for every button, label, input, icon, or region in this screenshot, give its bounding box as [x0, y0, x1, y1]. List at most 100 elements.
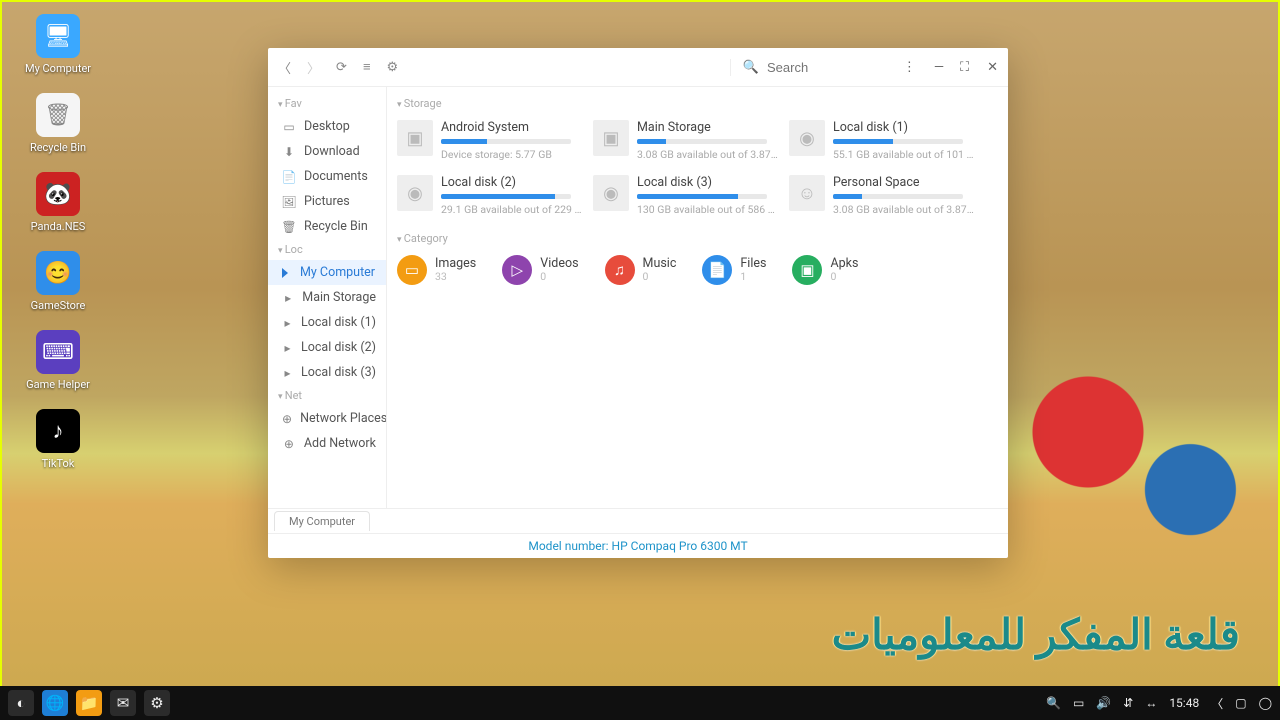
- tray-expand-icon[interactable]: ↔: [1145, 696, 1157, 710]
- drive-usage-bar: [441, 194, 571, 199]
- taskbar: ◐ 🌐 📁 ✉ ⚙ 🔍 ▭ 🔊 ⇵ ↔ 15:48 〈 ▢ ◯: [0, 686, 1280, 720]
- breadcrumb-tab[interactable]: My Computer: [274, 511, 370, 531]
- desktop-icon-recycle-bin[interactable]: 🗑 Recycle Bin: [18, 93, 98, 154]
- drive-icon: ◉: [397, 175, 433, 211]
- search-box[interactable]: 🔍: [730, 59, 893, 76]
- category-icon: ▷: [502, 255, 532, 285]
- drive-local-disk-1-[interactable]: ◉ Local disk (1) 55.1 GB available out o…: [789, 120, 975, 161]
- drive-icon: ▣: [397, 120, 433, 156]
- drive-icon: ▣: [593, 120, 629, 156]
- desktop-icon-game-helper[interactable]: ⌨ Game Helper: [18, 330, 98, 391]
- sidebar-item-label: Recycle Bin: [304, 219, 368, 234]
- category-count: 0: [830, 271, 858, 283]
- sidebar-fav-documents[interactable]: 📄Documents: [268, 164, 386, 189]
- tray-volume-icon[interactable]: 🔊: [1096, 696, 1111, 710]
- sidebar-section-loc[interactable]: Loc: [268, 239, 386, 260]
- category-apks[interactable]: ▣ Apks 0: [792, 255, 858, 285]
- app-icon: ♪: [36, 409, 80, 453]
- drive-usage-bar: [833, 139, 963, 144]
- item-icon: 🖼: [282, 195, 296, 209]
- category-images[interactable]: ▭ Images 33: [397, 255, 476, 285]
- section-category[interactable]: Category: [391, 226, 1004, 249]
- drive-local-disk-3-[interactable]: ◉ Local disk (3) 130 GB available out of…: [593, 175, 779, 216]
- category-count: 0: [540, 271, 578, 283]
- item-icon: ▸: [282, 366, 293, 380]
- drive-name: Local disk (2): [441, 175, 583, 190]
- category-icon: ▭: [397, 255, 427, 285]
- sidebar-loc-main-storage[interactable]: ▸ Main Storage: [268, 285, 386, 310]
- category-name: Videos: [540, 257, 578, 271]
- settings-button[interactable]: ⚙: [387, 60, 399, 75]
- taskbar-app-mail[interactable]: ✉: [110, 690, 136, 716]
- menu-button[interactable]: ≡: [363, 59, 371, 75]
- nav-back-button[interactable]: 〈: [1211, 695, 1223, 712]
- sidebar-fav-pictures[interactable]: 🖼Pictures: [268, 189, 386, 214]
- sidebar-fav-desktop[interactable]: ▭ Desktop: [268, 114, 386, 139]
- taskbar-app-settings[interactable]: ⚙: [144, 690, 170, 716]
- drive-name: Main Storage: [637, 120, 779, 135]
- item-icon: 🗑: [282, 220, 296, 234]
- desktop-icon-gamestore[interactable]: 😊 GameStore: [18, 251, 98, 312]
- drive-usage-bar: [833, 194, 963, 199]
- drive-name: Local disk (1): [833, 120, 975, 135]
- launcher-button[interactable]: ◐: [8, 690, 34, 716]
- desktop-icon-label: Panda.NES: [31, 220, 86, 233]
- sidebar-item-label: My Computer: [300, 265, 375, 280]
- search-icon: 🔍: [743, 60, 759, 75]
- item-icon: ⊕: [282, 412, 292, 426]
- maximize-button[interactable]: ⛶: [960, 60, 969, 75]
- drive-main-storage[interactable]: ▣ Main Storage 3.08 GB available out of …: [593, 120, 779, 161]
- category-videos[interactable]: ▷ Videos 0: [502, 255, 578, 285]
- sidebar: Fav ▭ Desktop ⬇Download📄Documents🖼Pictures…: [268, 87, 387, 508]
- desktop-icons: 🖥 My Computer 🗑 Recycle Bin 🐼 Panda.NES 😊 G…: [18, 14, 98, 470]
- drive-android-system[interactable]: ▣ Android System Device storage: 5.77 GB: [397, 120, 583, 161]
- breadcrumb-bar: My Computer: [268, 508, 1008, 533]
- more-button[interactable]: ⋮: [903, 60, 916, 75]
- minimize-button[interactable]: —: [934, 60, 942, 75]
- sidebar-section-net[interactable]: Net: [268, 385, 386, 406]
- nav-recents-button[interactable]: ◯: [1259, 696, 1272, 710]
- sidebar-net-add-network[interactable]: ⊕Add Network: [268, 431, 386, 456]
- tray-network-icon[interactable]: ⇵: [1123, 696, 1133, 710]
- desktop-icon-label: Game Helper: [26, 378, 90, 391]
- close-button[interactable]: ✕: [987, 60, 998, 75]
- drive-icon: ☺: [789, 175, 825, 211]
- content-pane: Storage ▣ Android System Device storage:…: [387, 87, 1008, 508]
- sidebar-net-network-places[interactable]: ⊕Network Places: [268, 406, 386, 431]
- taskbar-app-files[interactable]: 📁: [76, 690, 102, 716]
- item-icon: ▸: [282, 291, 294, 305]
- category-music[interactable]: ♫ Music 0: [605, 255, 677, 285]
- tray-clock[interactable]: 15:48: [1169, 696, 1199, 710]
- sidebar-fav-download[interactable]: ⬇Download: [268, 139, 386, 164]
- sidebar-loc-my-computer[interactable]: My Computer: [268, 260, 386, 285]
- back-button[interactable]: 〈: [278, 58, 291, 77]
- desktop-icon-my-computer[interactable]: 🖥 My Computer: [18, 14, 98, 75]
- desktop-icon-panda-nes[interactable]: 🐼 Panda.NES: [18, 172, 98, 233]
- sidebar-loc-local-disk-1-[interactable]: ▸ Local disk (1): [268, 310, 386, 335]
- search-input[interactable]: [765, 59, 869, 76]
- sidebar-item-label: Desktop: [304, 119, 350, 134]
- sidebar-item-label: Add Network: [304, 436, 376, 451]
- refresh-button[interactable]: ⟳: [336, 60, 347, 75]
- drive-local-disk-2-[interactable]: ◉ Local disk (2) 29.1 GB available out o…: [397, 175, 583, 216]
- sidebar-loc-local-disk-2-[interactable]: ▸Local disk (2): [268, 335, 386, 360]
- taskbar-app-browser[interactable]: 🌐: [42, 690, 68, 716]
- item-icon: ▭: [282, 120, 296, 134]
- drive-personal-space[interactable]: ☺ Personal Space 3.08 GB available out o…: [789, 175, 975, 216]
- sidebar-item-label: Local disk (1): [301, 315, 376, 330]
- nav-home-button[interactable]: ▢: [1235, 696, 1246, 710]
- section-storage[interactable]: Storage: [391, 91, 1004, 114]
- tray-search-icon[interactable]: 🔍: [1046, 696, 1061, 710]
- tray-battery-icon[interactable]: ▭: [1073, 696, 1084, 710]
- drive-usage-bar: [637, 139, 767, 144]
- category-count: 33: [435, 271, 476, 283]
- sidebar-item-label: Main Storage: [302, 290, 376, 305]
- desktop-icon-tiktok[interactable]: ♪ TikTok: [18, 409, 98, 470]
- model-number: Model number: HP Compaq Pro 6300 MT: [268, 533, 1008, 558]
- sidebar-loc-local-disk-3-[interactable]: ▸Local disk (3): [268, 360, 386, 385]
- sidebar-section-fav[interactable]: Fav: [268, 93, 386, 114]
- category-files[interactable]: 📄 Files 1: [702, 255, 766, 285]
- item-icon: ▸: [282, 316, 293, 330]
- sidebar-fav-recycle-bin[interactable]: 🗑 Recycle Bin: [268, 214, 386, 239]
- forward-button[interactable]: 〉: [307, 58, 320, 77]
